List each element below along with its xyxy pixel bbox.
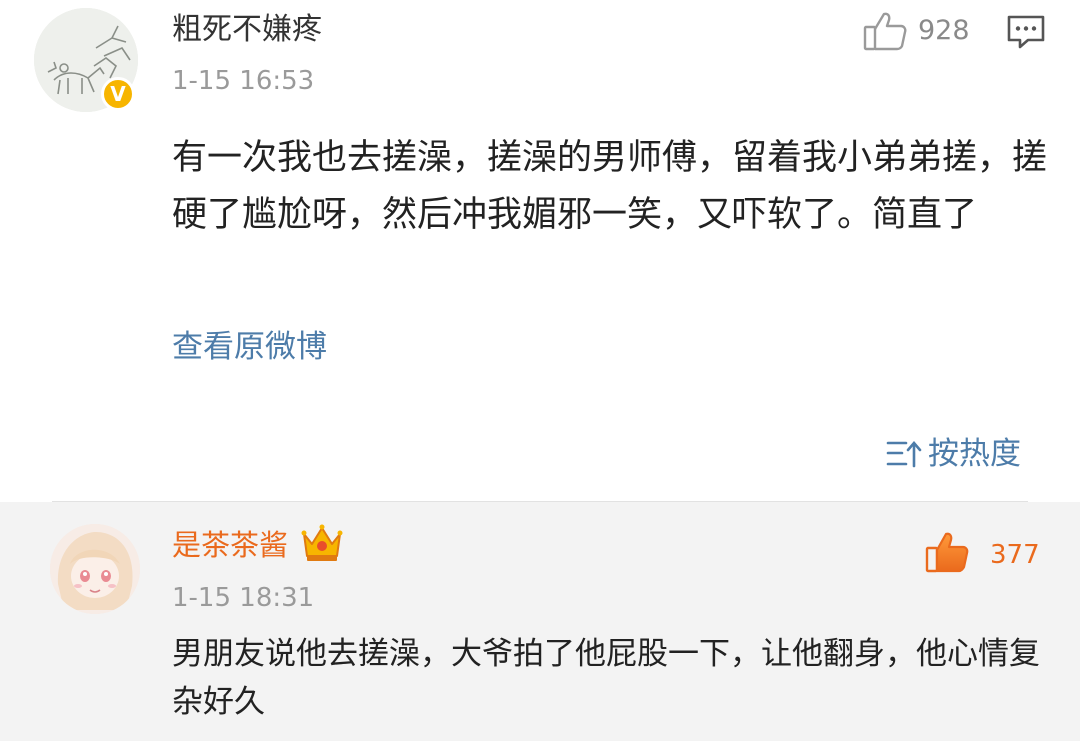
comment-reply-icon bbox=[1007, 15, 1045, 49]
avatar-user-1[interactable]: V bbox=[34, 8, 138, 112]
thumbs-up-icon bbox=[863, 12, 907, 51]
anime-avatar-icon bbox=[50, 524, 140, 614]
like-count: 377 bbox=[990, 540, 1040, 570]
crown-vip-icon bbox=[300, 522, 344, 564]
like-button[interactable] bbox=[862, 10, 908, 52]
verified-badge-icon: V bbox=[101, 77, 135, 111]
view-original-link[interactable]: 查看原微博 bbox=[172, 326, 327, 368]
comment-text: 男朋友说他去搓澡，大爷拍了他屁股一下，让他翻身，他心情复杂好久 bbox=[172, 636, 1040, 720]
username[interactable]: 粗死不嫌疼 bbox=[172, 10, 322, 50]
comment-text: 有一次我也去搓澡，搓澡的男师傅，留着我小弟弟搓，搓硬了尴尬呀，然后冲我媚邪一笑，… bbox=[172, 138, 1048, 235]
sort-label: 按热度 bbox=[928, 436, 1021, 472]
username[interactable]: 是茶茶酱 bbox=[172, 525, 288, 565]
timestamp: 1-15 18:31 bbox=[172, 583, 315, 613]
like-count: 928 bbox=[918, 15, 970, 46]
thumbs-up-filled-icon bbox=[925, 532, 969, 573]
avatar-user-2[interactable] bbox=[50, 524, 140, 614]
timestamp: 1-15 16:53 bbox=[172, 66, 315, 96]
reply-button[interactable] bbox=[1006, 14, 1046, 50]
divider bbox=[52, 501, 1028, 502]
sort-by-hot-button[interactable]: 按热度 bbox=[886, 433, 1021, 475]
sort-icon bbox=[886, 441, 922, 468]
like-button[interactable] bbox=[924, 530, 970, 574]
